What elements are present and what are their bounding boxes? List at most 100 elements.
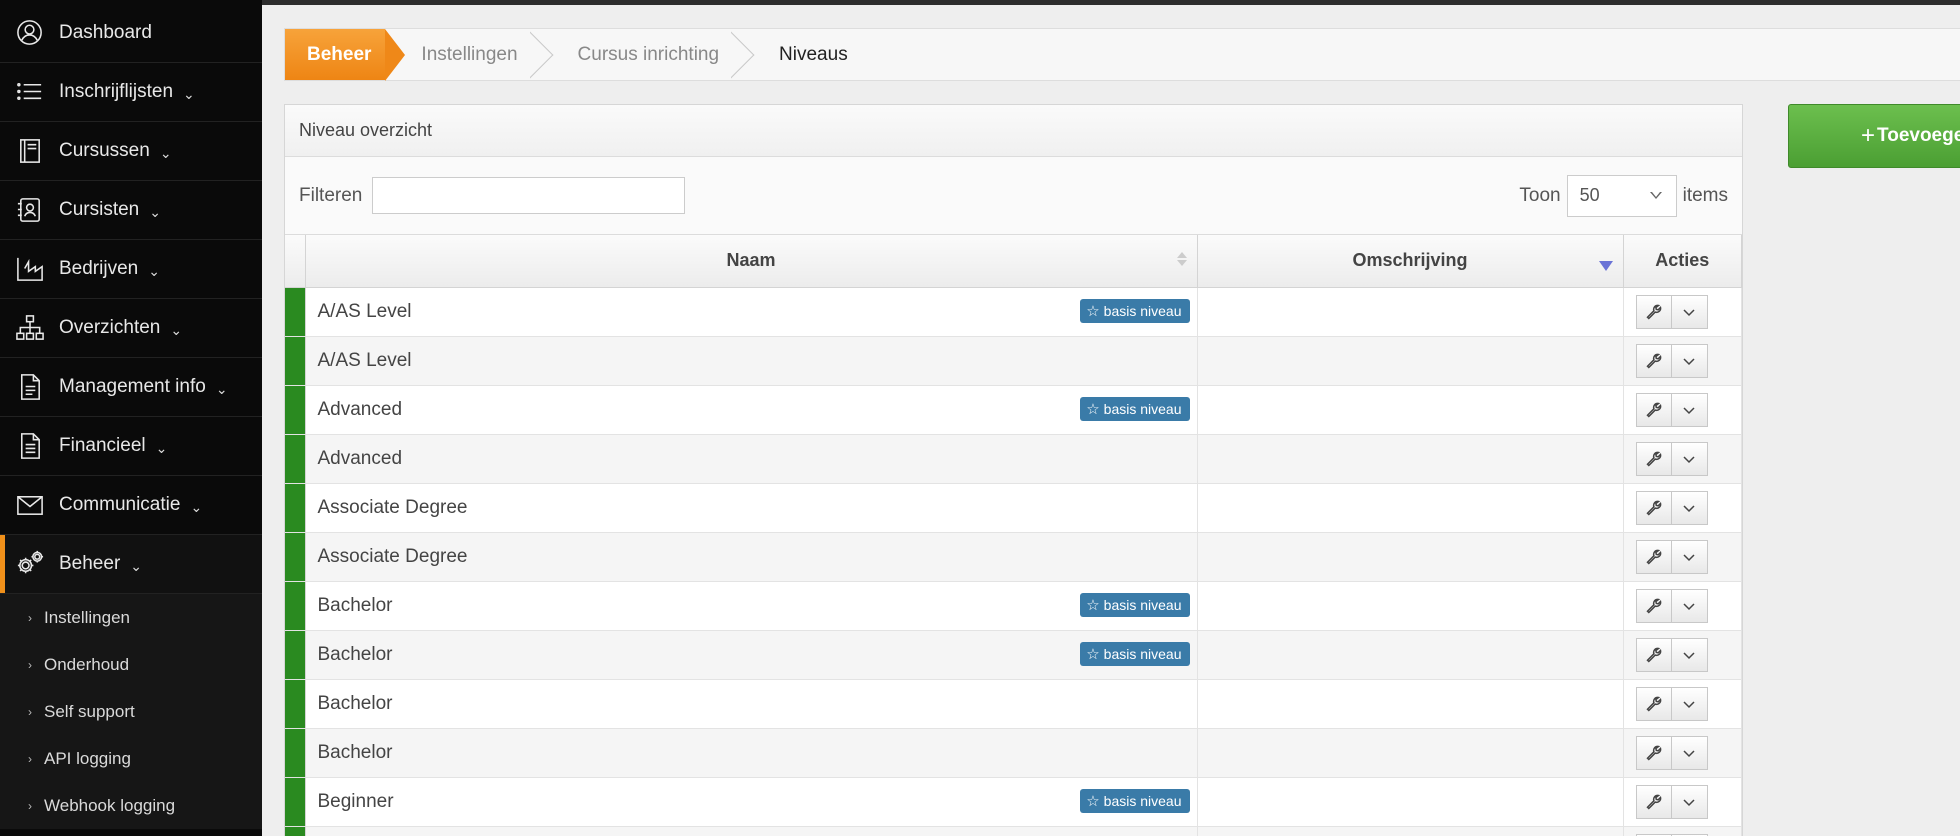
breadcrumb-label: Beheer: [307, 43, 372, 65]
sidebar-item-management-info[interactable]: Management info ⌄: [0, 358, 262, 417]
actions-dropdown-button[interactable]: [1671, 637, 1708, 672]
naam-text: Beginner: [317, 790, 394, 812]
filter-label: Filteren: [299, 184, 363, 206]
star-icon: ☆: [1086, 596, 1100, 614]
chevron-down-icon: [1683, 651, 1695, 659]
sidebar-subitem-label: API logging: [44, 748, 131, 768]
cell-acties: [1623, 336, 1742, 386]
actions-dropdown-button[interactable]: [1671, 490, 1708, 525]
chevron-right-icon: ›: [28, 751, 32, 766]
status-stripe: [285, 434, 306, 484]
column-naam-label: Naam: [726, 250, 776, 271]
chevron-right-icon: ›: [28, 657, 32, 672]
sidebar-item-label: Cursussen: [59, 140, 150, 161]
items-label: items: [1682, 184, 1728, 206]
cell-naam: [305, 826, 1198, 836]
table-row: [285, 826, 1742, 836]
filter-input[interactable]: [372, 177, 686, 214]
sidebar-subitem-instellingen[interactable]: › Instellingen: [0, 594, 262, 641]
sidebar-subitem-webhook-logging[interactable]: › Webhook logging: [0, 782, 262, 829]
plus-icon: +: [1861, 122, 1876, 149]
edit-button[interactable]: [1635, 686, 1672, 721]
user-circle-icon: [14, 17, 46, 49]
sidebar-item-overzichten[interactable]: Overzichten ⌄: [0, 299, 262, 358]
badge-label: basis niveau: [1103, 302, 1182, 319]
cell-acties: [1623, 777, 1742, 827]
breadcrumb-item-niveaus: Niveaus: [743, 29, 872, 80]
edit-button[interactable]: [1635, 588, 1672, 623]
chevron-down-icon: ⌄: [190, 498, 203, 515]
cell-omschrijving: [1197, 532, 1624, 582]
sidebar-subitem-label: Self support: [44, 701, 135, 721]
breadcrumb-item-beheer[interactable]: Beheer: [285, 29, 406, 81]
status-stripe: [285, 826, 306, 836]
sidebar-subitem-onderhoud[interactable]: › Onderhoud: [0, 641, 262, 688]
sidebar-item-financieel[interactable]: Financieel ⌄: [0, 417, 262, 476]
edit-button[interactable]: [1635, 294, 1672, 329]
edit-button[interactable]: [1635, 637, 1672, 672]
status-stripe: [285, 385, 306, 435]
cell-omschrijving: [1197, 777, 1624, 827]
sidebar-item-communicatie[interactable]: Communicatie ⌄: [0, 476, 262, 535]
wrench-icon: [1645, 794, 1661, 810]
actions-dropdown-button[interactable]: [1671, 294, 1708, 329]
cell-naam: Advanced ☆ basis niveau: [305, 385, 1198, 435]
star-icon: ☆: [1086, 645, 1100, 663]
sidebar-subitem-self-support[interactable]: › Self support: [0, 688, 262, 735]
edit-button[interactable]: [1635, 392, 1672, 427]
cell-naam: Bachelor ☆ basis niveau: [305, 581, 1198, 631]
edit-button[interactable]: [1635, 441, 1672, 476]
actions-dropdown-button[interactable]: [1671, 539, 1708, 574]
breadcrumb-item-cursus-inrichting[interactable]: Cursus inrichting: [542, 29, 755, 80]
actions-dropdown-button[interactable]: [1671, 784, 1708, 819]
star-icon: ☆: [1086, 792, 1100, 810]
column-header-omschrijving[interactable]: Omschrijving: [1197, 235, 1624, 288]
actions-dropdown-button[interactable]: [1671, 441, 1708, 476]
chevron-down-icon: ⌄: [130, 557, 143, 574]
sidebar-subitem-api-logging[interactable]: › API logging: [0, 735, 262, 782]
actions-dropdown-button[interactable]: [1671, 343, 1708, 378]
wrench-icon: [1645, 500, 1661, 516]
edit-button[interactable]: [1635, 539, 1672, 574]
cell-acties: [1623, 728, 1742, 778]
edit-button[interactable]: [1635, 784, 1672, 819]
column-acties-label: Acties: [1655, 250, 1710, 271]
breadcrumb-item-instellingen[interactable]: Instellingen: [385, 29, 554, 80]
add-button[interactable]: + Toevoegen: [1788, 104, 1960, 168]
cell-naam: Advanced: [305, 434, 1198, 484]
sidebar-item-cursussen[interactable]: Cursussen ⌄: [0, 122, 262, 181]
sidebar: Dashboard Inschrijflijsten ⌄ Cursussen ⌄ Curs…: [0, 0, 262, 836]
edit-button[interactable]: [1635, 343, 1672, 378]
naam-text: Bachelor: [317, 643, 393, 665]
naam-text: Associate Degree: [317, 545, 468, 567]
sidebar-nav: Dashboard Inschrijflijsten ⌄ Cursussen ⌄ Curs…: [0, 4, 262, 594]
page-size-select[interactable]: 50: [1566, 174, 1677, 217]
actions-dropdown-button[interactable]: [1671, 735, 1708, 770]
contact-card-icon: [14, 194, 46, 226]
actions-dropdown-button[interactable]: [1671, 686, 1708, 721]
sidebar-item-dashboard[interactable]: Dashboard: [0, 4, 262, 63]
table-row: Associate Degree: [285, 483, 1742, 533]
filter-bar: Filteren Toon 50 items: [285, 157, 1742, 235]
edit-button[interactable]: [1635, 735, 1672, 770]
cell-acties: [1623, 483, 1742, 533]
chevron-down-icon: ⌄: [215, 380, 228, 397]
sidebar-item-bedrijven[interactable]: Bedrijven ⌄: [0, 240, 262, 299]
naam-text: Bachelor: [317, 741, 393, 763]
sidebar-item-beheer[interactable]: Beheer ⌄: [0, 535, 262, 594]
actions-dropdown-button[interactable]: [1671, 588, 1708, 623]
cell-omschrijving: [1197, 581, 1624, 631]
edit-button[interactable]: [1635, 490, 1672, 525]
badge-label: basis niveau: [1103, 645, 1182, 662]
sidebar-item-cursisten[interactable]: Cursisten ⌄: [0, 181, 262, 240]
actions-dropdown-button[interactable]: [1671, 392, 1708, 427]
naam-text: A/AS Level: [317, 300, 412, 322]
chevron-down-icon: [1683, 504, 1695, 512]
cell-omschrijving: [1197, 336, 1624, 386]
column-omschrijving-label: Omschrijving: [1352, 250, 1468, 271]
sidebar-item-inschrijflijsten[interactable]: Inschrijflijsten ⌄: [0, 63, 262, 122]
breadcrumb-label: Niveaus: [779, 43, 848, 65]
sidebar-subnav: › Instellingen › Onderhoud › Self support › API…: [0, 594, 262, 829]
column-header-naam[interactable]: Naam: [305, 235, 1198, 288]
status-stripe: [285, 777, 306, 827]
